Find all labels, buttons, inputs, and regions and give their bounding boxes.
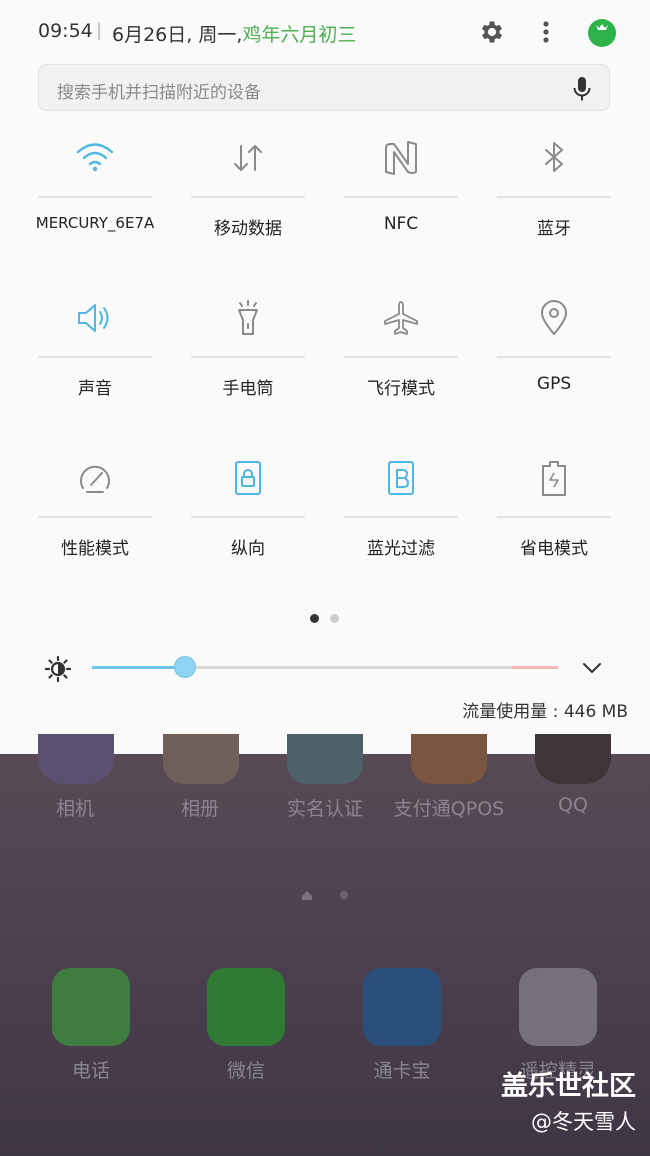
tile-label: GPS bbox=[536, 374, 572, 394]
microphone-icon[interactable] bbox=[571, 75, 593, 103]
page-dot-active[interactable] bbox=[310, 614, 319, 623]
tile-label: 声音 bbox=[78, 379, 112, 399]
tile-label: NFC bbox=[383, 214, 419, 234]
qpos-app-icon[interactable] bbox=[411, 734, 487, 784]
phone-app-icon[interactable] bbox=[52, 968, 130, 1046]
tile-label: 纵向 bbox=[231, 539, 265, 559]
remote-control-app-icon[interactable] bbox=[519, 968, 597, 1046]
slider-fill bbox=[92, 666, 185, 669]
tile-power-saving[interactable]: 省电模式 bbox=[497, 458, 611, 598]
tile-divider bbox=[497, 356, 611, 358]
brightness-slider[interactable] bbox=[92, 656, 558, 678]
page-indicator bbox=[310, 614, 350, 624]
date-text: 6月26日, 周一,鸡年六月初三 bbox=[112, 20, 356, 47]
page-dot[interactable] bbox=[330, 614, 339, 623]
quick-panel: 09:54 | 6月26日, 周一,鸡年六月初三 搜索手机并扫描附近的设备 ME… bbox=[0, 0, 650, 754]
bluetooth-icon bbox=[545, 142, 563, 172]
data-usage-text: 流量使用量 : 446 MB bbox=[462, 702, 628, 722]
tile-wifi[interactable]: MERCURY_6E7A bbox=[36, 138, 154, 278]
sound-icon bbox=[78, 304, 109, 332]
tile-divider bbox=[191, 356, 305, 358]
tile-flashlight[interactable]: 手电筒 bbox=[191, 298, 305, 438]
brightness-icon bbox=[44, 655, 72, 683]
clock: 09:54 bbox=[38, 20, 93, 42]
location-icon bbox=[540, 300, 568, 336]
tile-label: 飞行模式 bbox=[367, 379, 435, 399]
nfc-icon bbox=[385, 141, 417, 175]
power-saving-icon bbox=[542, 461, 566, 496]
tile-divider bbox=[38, 356, 152, 358]
tile-divider bbox=[191, 196, 305, 198]
tile-portrait-lock[interactable]: 纵向 bbox=[191, 458, 305, 598]
tile-divider bbox=[38, 196, 152, 198]
real-name-auth-app-icon[interactable] bbox=[287, 734, 363, 784]
tile-airplane-mode[interactable]: 飞行模式 bbox=[344, 298, 458, 438]
date-solar: 6月26日, 周一, bbox=[112, 24, 243, 46]
tile-divider bbox=[191, 516, 305, 518]
app-label: 电话 bbox=[71, 1060, 110, 1082]
qq-app-icon[interactable] bbox=[535, 734, 611, 784]
performance-icon bbox=[80, 465, 110, 493]
search-placeholder: 搜索手机并扫描附近的设备 bbox=[57, 83, 261, 103]
tile-label: 蓝牙 bbox=[537, 219, 571, 239]
tomato-app-icon[interactable] bbox=[586, 16, 618, 48]
gallery-app-icon[interactable] bbox=[163, 734, 239, 784]
tile-divider bbox=[497, 516, 611, 518]
app-label: 微信 bbox=[226, 1060, 265, 1082]
tile-gps[interactable]: GPS bbox=[497, 298, 611, 438]
tile-sound[interactable]: 声音 bbox=[38, 298, 152, 438]
device-search-bar[interactable]: 搜索手机并扫描附近的设备 bbox=[38, 64, 610, 111]
status-separator: | bbox=[96, 20, 103, 41]
status-row: 09:54 | 6月26日, 周一,鸡年六月初三 bbox=[0, 0, 650, 64]
tile-nfc[interactable]: NFC bbox=[344, 138, 458, 278]
blue-light-filter-icon bbox=[388, 461, 414, 495]
wifi-icon bbox=[76, 143, 114, 172]
portrait-lock-icon bbox=[235, 461, 261, 495]
tile-label: 移动数据 bbox=[214, 219, 282, 239]
mobile-data-icon bbox=[234, 145, 262, 171]
tile-mobile-data[interactable]: 移动数据 bbox=[191, 138, 305, 278]
watermark-author: @冬天雪人 bbox=[531, 1110, 636, 1134]
tile-divider bbox=[344, 196, 458, 198]
airplane-icon bbox=[384, 301, 418, 335]
camera-app-icon[interactable] bbox=[38, 734, 114, 784]
slider-track-high-zone bbox=[512, 666, 558, 669]
wechat-app-icon[interactable] bbox=[207, 968, 285, 1046]
date-lunar: 鸡年六月初三 bbox=[242, 24, 357, 46]
settings-gear-icon[interactable] bbox=[478, 18, 506, 46]
chevron-down-icon[interactable] bbox=[580, 656, 604, 680]
tile-label: 省电模式 bbox=[520, 539, 588, 559]
tile-divider bbox=[38, 516, 152, 518]
slider-thumb[interactable] bbox=[174, 656, 196, 678]
watermark-title: 盖乐世社区 bbox=[501, 1071, 636, 1102]
home-page-indicator bbox=[302, 891, 348, 900]
tile-blue-light-filter[interactable]: 蓝光过滤 bbox=[344, 458, 458, 598]
tile-label: 性能模式 bbox=[61, 539, 129, 559]
tile-divider bbox=[344, 516, 458, 518]
tile-label: 手电筒 bbox=[222, 379, 274, 399]
tongkabao-app-icon[interactable] bbox=[363, 968, 441, 1046]
tile-divider bbox=[497, 196, 611, 198]
tile-divider bbox=[344, 356, 458, 358]
more-options-icon[interactable] bbox=[536, 18, 556, 46]
tile-label: MERCURY_6E7A bbox=[35, 214, 155, 232]
flashlight-icon bbox=[238, 300, 258, 335]
app-label: QQ bbox=[558, 794, 588, 816]
tile-bluetooth[interactable]: 蓝牙 bbox=[497, 138, 611, 278]
tile-performance-mode[interactable]: 性能模式 bbox=[38, 458, 152, 598]
tile-label: 蓝光过滤 bbox=[367, 539, 435, 559]
app-label: 通卡宝 bbox=[373, 1060, 431, 1082]
